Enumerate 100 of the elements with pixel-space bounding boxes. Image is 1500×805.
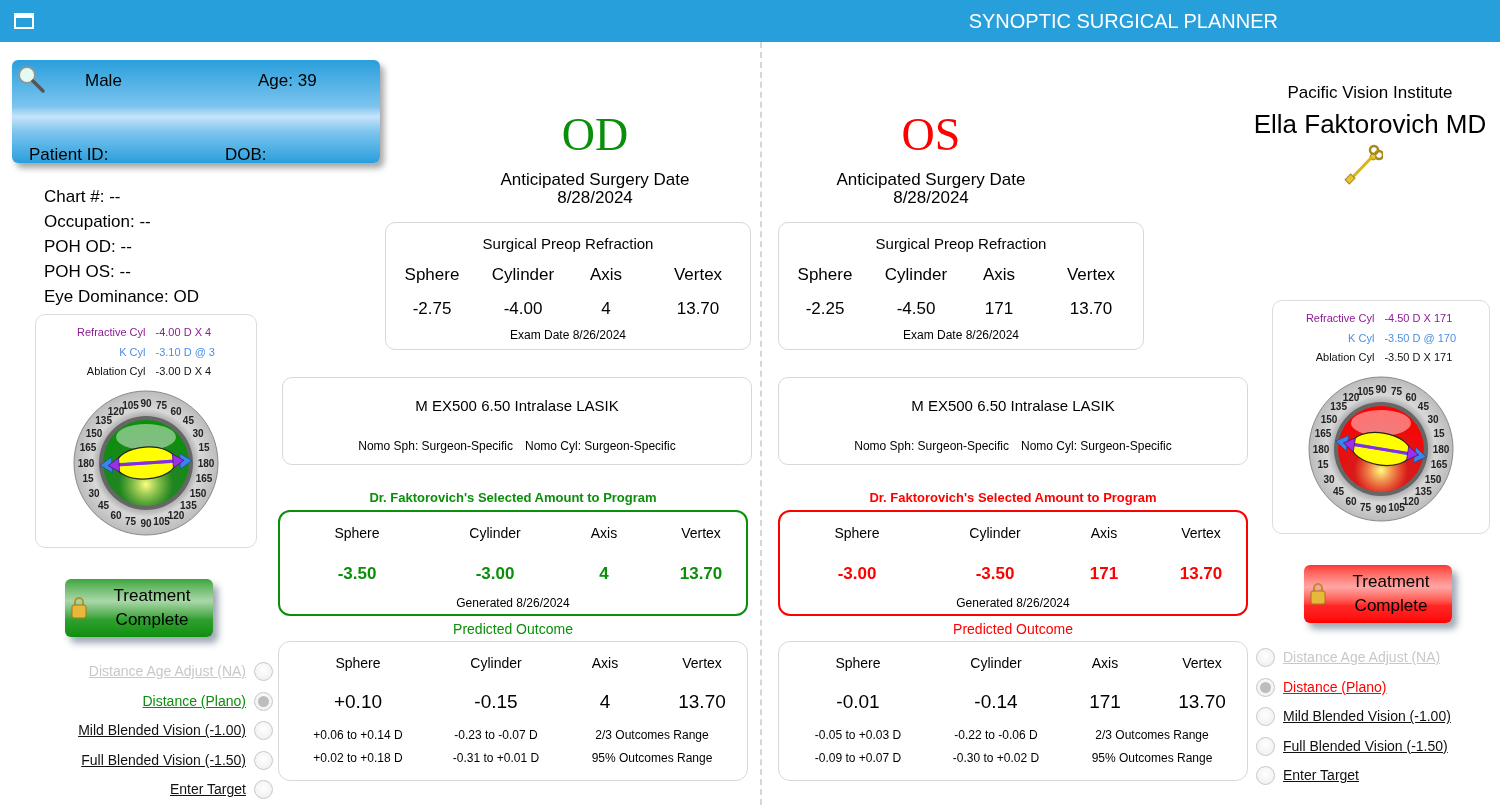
dial-label: 105: [1388, 501, 1405, 512]
dial-label: 165: [1430, 458, 1448, 470]
dial-label: 165: [79, 441, 97, 453]
dial-label: 180: [197, 457, 215, 468]
target-option-link[interactable]: Distance (Plano): [1283, 676, 1387, 698]
table-cell-text: 2/3 Outcomes Range: [1094, 728, 1210, 743]
column-header: Vertex: [672, 265, 724, 285]
table-cell-text: +0.06 to +0.14 D: [312, 728, 404, 743]
dial-label: 75: [155, 399, 168, 410]
dial-label: 15: [1317, 458, 1329, 470]
table-cell-text: 13.70: [1178, 564, 1224, 584]
column-header: Sphere: [334, 654, 382, 672]
dial-label: 30: [1427, 413, 1439, 424]
column-header: Cylinder: [883, 265, 949, 285]
column-header: Sphere: [796, 265, 854, 285]
dial-label: 120: [107, 405, 125, 416]
table-cell-text: -0.05 to +0.03 D: [813, 728, 903, 743]
table-cell-text: -0.09 to +0.07 D: [813, 751, 903, 766]
table-cell-text: 13.70: [1068, 299, 1114, 319]
radio-button[interactable]: [254, 750, 273, 770]
dial-label: 45: [1417, 400, 1429, 412]
radio-button[interactable]: [254, 691, 273, 711]
table-cell-text: -3.00: [836, 564, 878, 584]
section-title: Predicted Outcome: [953, 620, 1073, 638]
dial-label: 90: [1375, 503, 1387, 514]
treatment-complete-button[interactable]: Treatment Complete: [65, 579, 213, 637]
window-icon[interactable]: [14, 13, 34, 29]
column-header: Sphere: [403, 265, 461, 285]
column-header: Vertex: [681, 654, 723, 672]
search-icon[interactable]: [16, 64, 46, 94]
patient-card[interactable]: Male Age: 39 Patient ID: DOB:: [12, 60, 380, 163]
dial-label: 180: [1312, 443, 1330, 454]
radio-button[interactable]: [1256, 707, 1275, 727]
table-cell-text: 95% Outcomes Range: [1090, 751, 1214, 766]
practice-name: Pacific Vision Institute: [1287, 83, 1453, 103]
target-option-link[interactable]: Enter Target: [1283, 765, 1359, 787]
target-option-link[interactable]: Full Blended Vision (-1.50): [81, 749, 246, 771]
section-title: Dr. Faktorovich's Selected Amount to Program: [369, 490, 657, 506]
radio-button[interactable]: [254, 721, 273, 741]
nomogram-cylinder: Nomo Cyl: Surgeon-Specific: [525, 438, 676, 455]
dial-label: 150: [85, 427, 103, 438]
target-option-link[interactable]: Mild Blended Vision (-1.00): [1283, 706, 1451, 728]
dial-label: 75: [1390, 385, 1403, 396]
target-option-link[interactable]: Distance (Plano): [142, 690, 246, 712]
key-icon[interactable]: [1343, 144, 1383, 186]
radio-button[interactable]: [1256, 736, 1275, 756]
treatment-complete-button[interactable]: Treatment Complete: [1304, 565, 1452, 623]
column-header: Axis: [1089, 524, 1119, 542]
table-cell-text: -0.15: [473, 690, 519, 714]
nomogram-sphere: Nomo Sph: Surgeon-Specific: [854, 438, 1009, 455]
dial-label: 135: [180, 499, 197, 511]
dial-label: 150: [1320, 413, 1338, 424]
cyl-value: -4.50 D X 171: [1384, 311, 1454, 326]
table-cell-text: 95% Outcomes Range: [590, 751, 714, 766]
table-cell-text: 171: [1088, 690, 1122, 714]
column-header: Sphere: [834, 654, 882, 672]
cyl-value: -4.00 D X 4: [155, 325, 213, 340]
dial-label: 15: [198, 441, 210, 453]
target-option-link[interactable]: Full Blended Vision (-1.50): [1283, 735, 1448, 757]
surgery-date-label: Anticipated Surgery Date: [500, 171, 690, 189]
patient-info-line: Eye Dominance: OD: [44, 286, 200, 308]
patient-info-line: POH OS: --: [44, 261, 132, 283]
nomogram-cylinder: Nomo Cyl: Surgeon-Specific: [1021, 438, 1172, 455]
dial-label: 30: [192, 427, 204, 438]
table-cell-text: -0.01: [835, 690, 881, 714]
dial-label: 180: [1432, 443, 1450, 454]
dial-label: 15: [1433, 427, 1445, 439]
patient-info-line: Occupation: --: [44, 211, 152, 233]
target-option-link[interactable]: Mild Blended Vision (-1.00): [78, 720, 246, 742]
dial-label: 150: [189, 487, 207, 498]
table-cell-text: 171: [983, 299, 1015, 319]
table-cell-text: -4.50: [895, 299, 937, 319]
target-option-link[interactable]: Enter Target: [170, 779, 246, 801]
radio-button[interactable]: [1256, 677, 1275, 697]
dial-label: 75: [124, 515, 137, 526]
patient-id-label: Patient ID:: [29, 144, 109, 166]
column-header: Axis: [589, 524, 619, 542]
surgeon-name: Ella Faktorovich MD: [1253, 109, 1487, 139]
dial-label: 30: [1323, 473, 1335, 484]
patient-sex: Male: [85, 70, 122, 92]
radio-button[interactable]: [1256, 766, 1275, 786]
column-header: Axis: [1090, 654, 1120, 672]
section-title: Dr. Faktorovich's Selected Amount to Program: [869, 490, 1157, 506]
table-cell-text: 4: [600, 299, 612, 319]
table-cell-text: 13.70: [678, 564, 724, 584]
table-cell-text: 4: [598, 564, 610, 584]
surgery-date: 8/28/2024: [893, 189, 969, 207]
column-header: Vertex: [1065, 265, 1117, 285]
patient-age: Age: 39: [258, 70, 317, 92]
column-header: Axis: [981, 265, 1017, 285]
table-cell-text: -2.75: [411, 299, 453, 319]
radio-button[interactable]: [254, 780, 273, 800]
dial-label: 90: [140, 517, 152, 528]
dial-label: 60: [1405, 391, 1417, 402]
dial-label: 30: [88, 487, 100, 498]
cyl-label: Refractive Cyl: [1305, 311, 1375, 326]
cyl-label: K Cyl: [1347, 330, 1375, 346]
column-header: Axis: [590, 654, 620, 672]
table-cell-text: -2.25: [804, 299, 846, 319]
table-cell-text: +0.02 to +0.18 D: [312, 751, 404, 766]
